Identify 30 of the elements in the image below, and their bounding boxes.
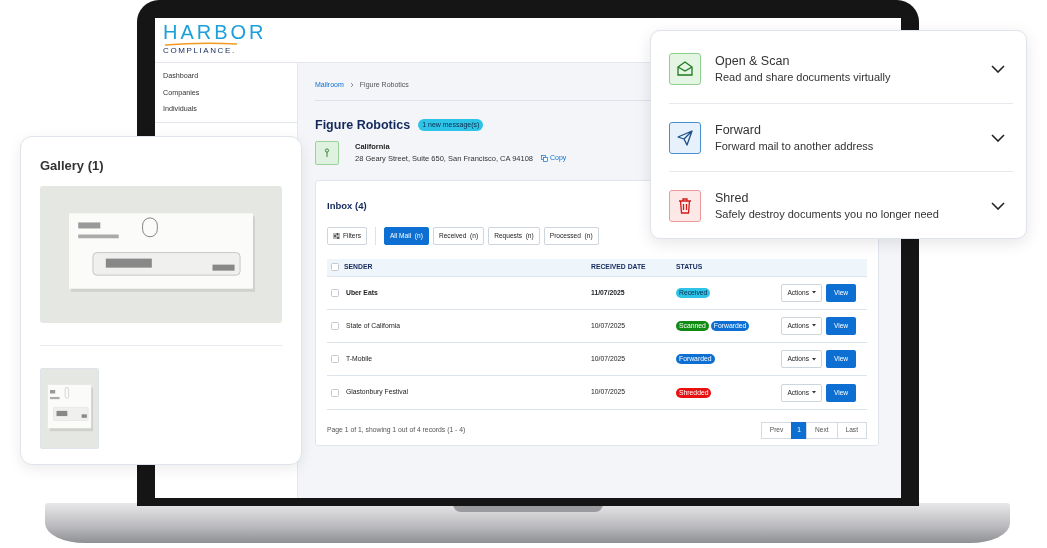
inbox-title: Inbox (4) [327,198,367,213]
copy-icon [541,154,549,162]
service-title: Forward [715,121,762,139]
paper-plane-icon [669,121,701,154]
checkbox[interactable] [331,288,339,297]
service-option[interactable]: Open & Scan Read and share documents virtually [669,35,1013,103]
checkbox[interactable] [331,263,339,271]
gallery-title: Gallery (1) [40,158,105,174]
caret-icon [812,357,816,361]
logo[interactable]: HARBOR COMPLIANCE. [163,22,267,55]
swoosh-icon [163,42,239,46]
checkbox[interactable] [331,321,339,330]
caret-icon [812,391,816,395]
service-description: Read and share documents virtually [715,70,891,85]
service-title: Open & Scan [715,53,791,70]
service-description: Safely destroy documents you no longer need [715,206,939,222]
caret-icon [812,291,816,295]
caret-icon [812,324,816,328]
checkbox[interactable] [331,355,339,364]
checkbox[interactable] [331,388,339,397]
service-title: Shred [715,189,750,207]
sliders-icon [333,232,340,239]
company-title: Figure Robotics [315,117,411,133]
envelope-icon [669,53,701,85]
trash-icon [669,189,701,222]
pin-icon [315,140,339,165]
service-option[interactable]: Shred Safely destroy documents you no longer need [669,171,1013,239]
service-option[interactable]: Forward Forward mail to another address [669,103,1013,171]
chevron-right-icon [349,82,354,89]
service-description: Forward mail to another address [715,138,874,154]
